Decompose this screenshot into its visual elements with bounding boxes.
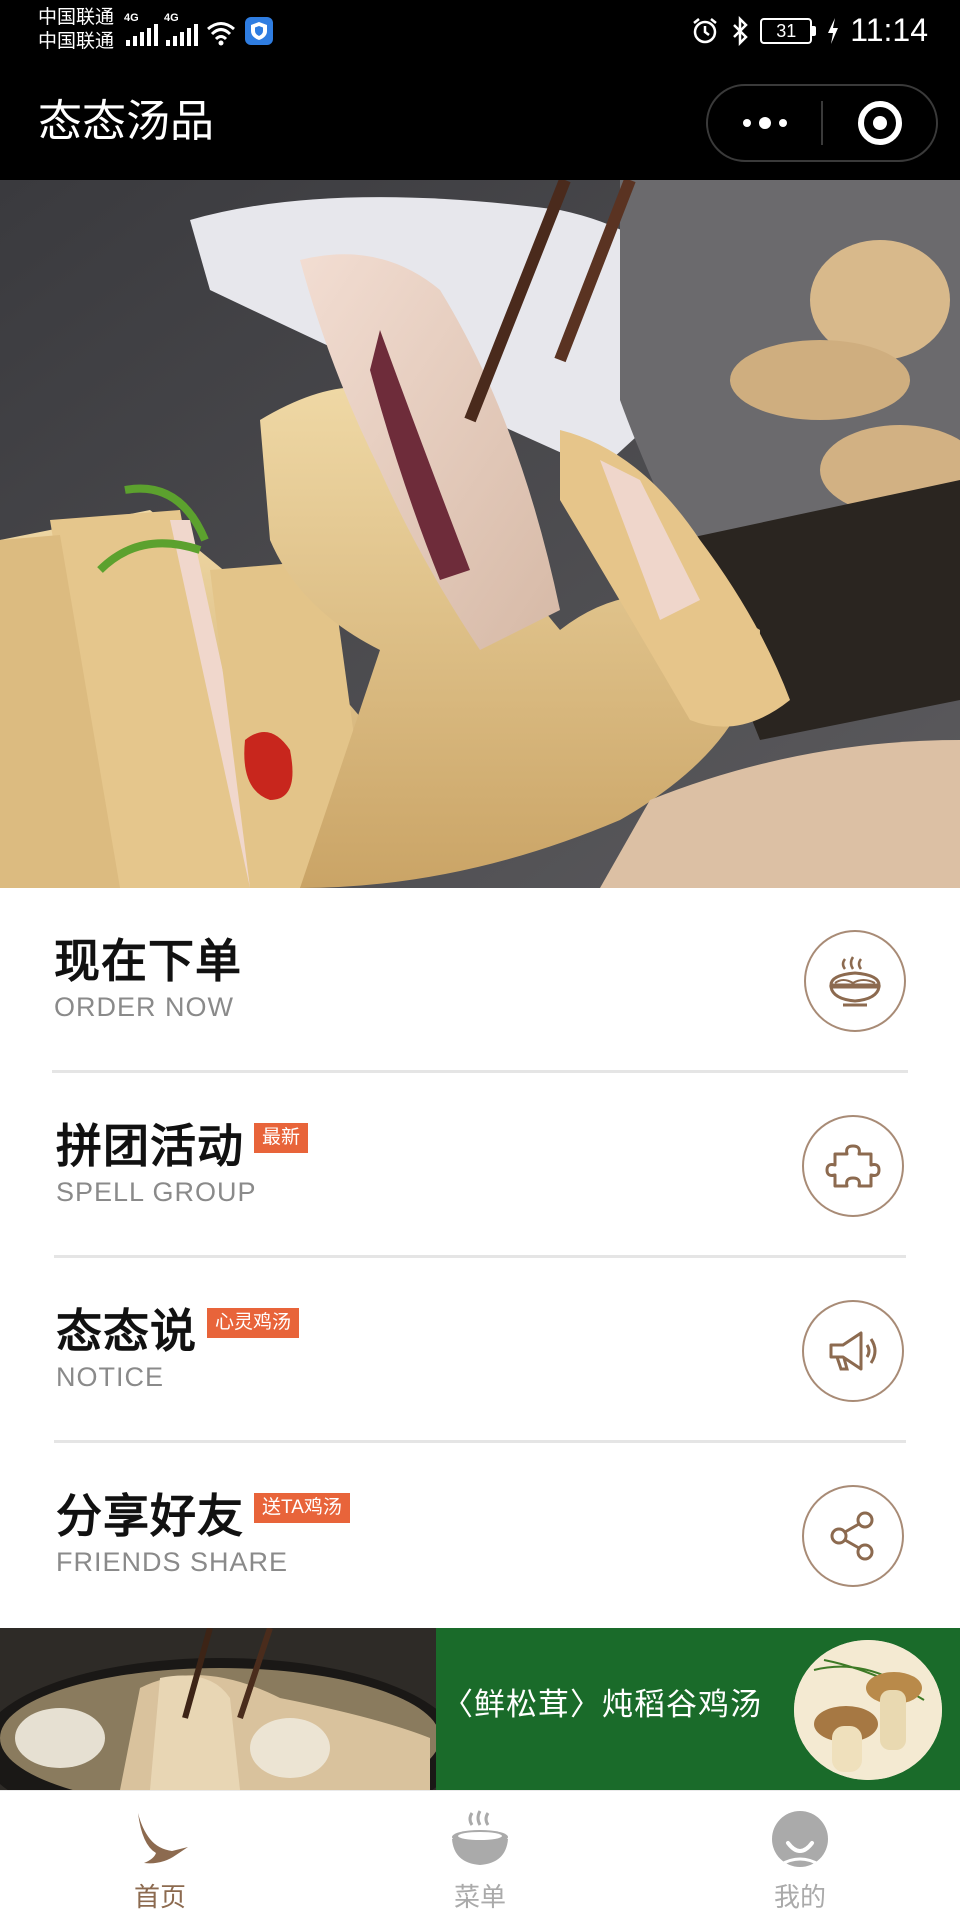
battery-icon: 31 (760, 17, 817, 44)
charging-bolt-icon (828, 17, 839, 44)
tab-label: 菜单 (453, 1882, 506, 1912)
more-dots-icon (742, 117, 787, 129)
menu-item-spell-group[interactable]: 拼团活动 最新 SPELL GROUP (54, 1073, 906, 1258)
user-avatar-icon (772, 1811, 828, 1867)
soup-bowl-icon (452, 1810, 508, 1865)
battery-level: 31 (760, 17, 813, 44)
menu-item-title: 现在下单 (54, 935, 242, 987)
tab-bar: 首页 菜单 我的 (0, 1790, 960, 1920)
wifi-icon (207, 22, 235, 46)
gift-soup-badge: 送TA鸡汤 (254, 1493, 350, 1523)
menu-item-order-now[interactable]: 现在下单 ORDER NOW (52, 888, 908, 1073)
signal-bars-icon: 4G (124, 12, 158, 46)
status-bar: 中国联通 中国联通 4G 4G 31 11:14 (0, 0, 960, 64)
target-close-icon (857, 101, 902, 145)
carrier-name-1: 中国联通 (38, 7, 115, 28)
signal-bars-icon: 4G (164, 12, 198, 46)
status-right: 31 11:14 (690, 12, 928, 49)
menu-item-title: 态态说 (56, 1305, 197, 1357)
crane-icon (138, 1813, 188, 1864)
menu-item-title-row: 态态说 心灵鸡汤 (56, 1304, 300, 1358)
security-shield-icon (245, 17, 273, 45)
puzzle-icon (802, 1115, 904, 1217)
mini-program-capsule (706, 84, 938, 162)
noodle-bowl-icon (804, 930, 906, 1032)
tab-mine[interactable]: 我的 (710, 1791, 890, 1920)
title-bar: 态态汤品 (0, 64, 960, 180)
hero-banner-image[interactable] (0, 180, 960, 888)
close-button[interactable] (823, 86, 936, 160)
menu-item-subtitle: SPELL GROUP (56, 1177, 257, 1207)
more-button[interactable] (708, 86, 821, 160)
network-type-1: 4G (124, 12, 139, 24)
menu-item-title: 分享好友 (56, 1490, 244, 1542)
banner-promo-panel: 〈鲜松茸〉炖稻谷鸡汤 (436, 1628, 960, 1790)
tab-label: 我的 (773, 1882, 826, 1912)
menu-item-title-row: 拼团活动 最新 (56, 1119, 309, 1173)
signal-indicators: 4G 4G (124, 12, 274, 46)
alarm-clock-icon (693, 17, 718, 43)
page-title: 态态汤品 (38, 97, 214, 146)
menu-item-title-row: 分享好友 送TA鸡汤 (56, 1489, 350, 1543)
menu-item-title: 拼团活动 (56, 1120, 244, 1172)
menu-item-subtitle: FRIENDS SHARE (56, 1547, 289, 1577)
carrier-name-2: 中国联通 (38, 31, 115, 52)
menu-item-notice[interactable]: 态态说 心灵鸡汤 NOTICE (54, 1258, 906, 1443)
menu-item-title-row: 现在下单 (54, 934, 242, 988)
tab-label: 首页 (133, 1882, 186, 1912)
banner-title: 〈鲜松茸〉炖稻谷鸡汤 (442, 1687, 762, 1723)
chicken-photo (0, 180, 960, 888)
tab-home[interactable]: 首页 (70, 1791, 250, 1920)
new-badge: 最新 (254, 1123, 309, 1153)
menu-item-friends-share[interactable]: 分享好友 送TA鸡汤 FRIENDS SHARE (54, 1443, 906, 1628)
tab-menu[interactable]: 菜单 (390, 1791, 570, 1920)
network-type-2: 4G (164, 12, 179, 24)
matsutake-mushroom-image (794, 1640, 942, 1780)
promo-banner[interactable]: 〈鲜松茸〉炖稻谷鸡汤 (0, 1628, 960, 1790)
menu-item-subtitle: ORDER NOW (54, 992, 234, 1022)
share-icon (802, 1485, 904, 1587)
soul-soup-badge: 心灵鸡汤 (207, 1308, 300, 1338)
megaphone-icon (802, 1300, 904, 1402)
carrier-info: 中国联通 中国联通 (38, 6, 114, 54)
clock: 11:14 (850, 12, 928, 48)
menu-list: 现在下单 ORDER NOW 拼团活动 最新 SPELL GROUP 态态说 心… (0, 888, 960, 1628)
soup-photo (0, 1628, 436, 1790)
bluetooth-icon (733, 15, 749, 46)
menu-item-subtitle: NOTICE (56, 1362, 165, 1392)
